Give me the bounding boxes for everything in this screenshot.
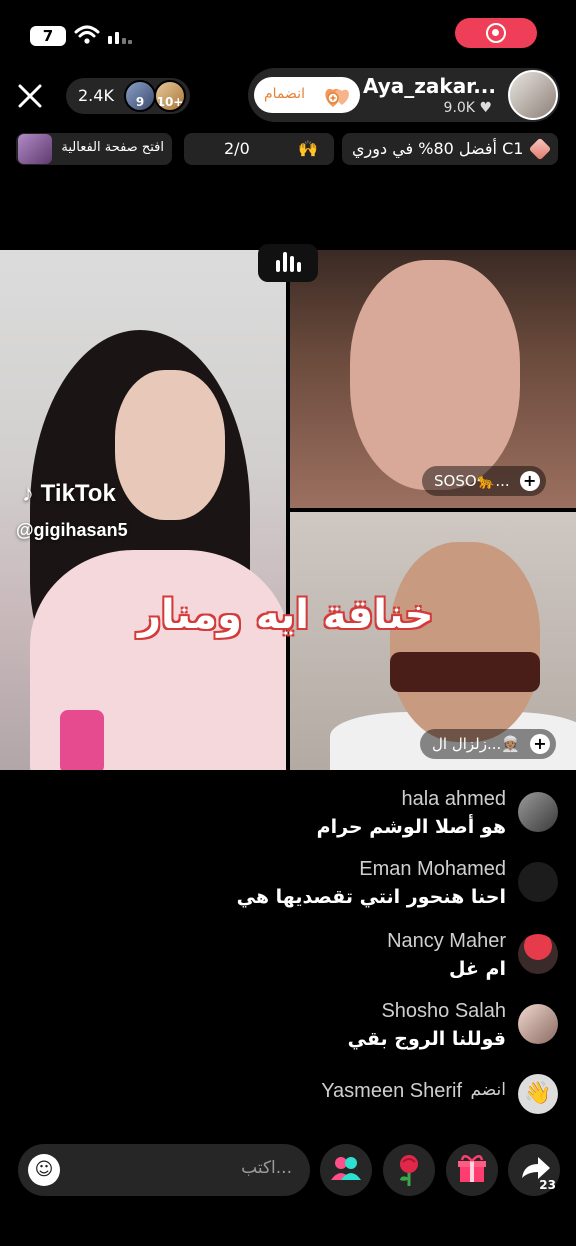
host-name: Aya_zakar... — [362, 74, 496, 98]
commenter-name: Yasmeen Sherif — [321, 1080, 462, 1102]
comment-item[interactable]: hala ahmed هو أصلا الوشم حرام — [18, 788, 558, 848]
top-viewer-avatar[interactable]: 10+ — [154, 80, 186, 112]
share-button[interactable]: 23 — [508, 1144, 560, 1196]
commenter-name: hala ahmed — [401, 788, 506, 810]
tiktok-note-icon: ♪ — [22, 480, 34, 507]
progress-value: 2/0 — [224, 139, 250, 158]
viewer-count-pill[interactable]: 2.4K 9 10+ — [66, 78, 190, 114]
audio-bar — [297, 262, 301, 272]
rose-gift-button[interactable] — [383, 1144, 435, 1196]
event-label: افتح صفحة الفعالية — [61, 140, 164, 155]
comment-item[interactable]: Shosho Salah قوللنا الروج بقي — [18, 1000, 558, 1060]
main-video-feed[interactable] — [0, 250, 286, 770]
person-face — [115, 370, 225, 520]
commenter-avatar[interactable] — [518, 792, 558, 832]
gift-icon — [458, 1155, 486, 1182]
joined-text: انضم — [470, 1080, 506, 1100]
tiktok-brand: TikTok — [40, 480, 116, 507]
audio-bar — [290, 256, 294, 272]
top-viewer-avatar[interactable]: 9 — [124, 80, 156, 112]
commenter-name: Eman Mohamed — [359, 858, 506, 880]
hands-icon: 🙌 — [298, 139, 318, 158]
comment-text: قوللنا الروج بقي — [347, 1028, 506, 1050]
soda-can — [60, 710, 104, 770]
match-progress[interactable]: 2/0 🙌 — [184, 133, 334, 165]
audio-bar — [276, 260, 280, 272]
comment-item[interactable]: Nancy Maher ام غل — [18, 930, 558, 990]
multi-guest-icon — [331, 1157, 361, 1180]
commenter-name: Nancy Maher — [387, 930, 506, 952]
add-guest-icon[interactable]: + — [519, 471, 540, 491]
gem-icon — [528, 137, 552, 161]
league-rank-pill[interactable]: أفضل 80% في دوري C1 — [342, 133, 558, 165]
close-icon[interactable] — [14, 80, 46, 112]
signal-icon — [108, 32, 132, 44]
guest-face — [390, 542, 540, 742]
status-bar: 7 — [0, 18, 576, 54]
comment-item[interactable]: Eman Mohamed احنا هنحور انتي تقصديها هي — [18, 858, 558, 918]
join-label: انضمام — [264, 86, 305, 102]
audio-wave-button[interactable] — [258, 244, 318, 282]
tiktok-watermark: ♪ TikTok — [22, 480, 116, 508]
record-icon — [486, 23, 506, 43]
multi-guest-button[interactable] — [320, 1144, 372, 1196]
battery-icon: 7 — [30, 26, 66, 46]
host-likes-count: 9.0K — [443, 100, 475, 116]
join-button[interactable]: انضمام — [254, 77, 360, 113]
event-page-button[interactable]: افتح صفحة الفعالية — [16, 133, 172, 165]
commenter-name: Shosho Salah — [381, 1000, 506, 1022]
hearts-icon — [325, 88, 349, 107]
league-label: أفضل 80% في دوري C1 — [352, 139, 524, 158]
screen-record-indicator[interactable] — [455, 18, 537, 48]
comment-text: هو أصلا الوشم حرام — [316, 816, 506, 838]
wave-icon[interactable]: 👋 — [518, 1074, 558, 1114]
add-guest-icon[interactable]: + — [529, 734, 550, 754]
top-viewer-rank: 9 — [135, 95, 145, 109]
join-notification[interactable]: 👋 انضم Yasmeen Sherif — [18, 1070, 558, 1130]
guest-name: زلزال ال...👳🏽 — [432, 735, 520, 753]
smile-icon[interactable]: ☺ — [28, 1154, 60, 1186]
tiktok-handle: @gigihasan5 — [16, 520, 128, 540]
heart-icon: ♥ — [479, 100, 492, 116]
audio-bar — [283, 252, 287, 272]
overlay-title: خناقة ايه ومنار — [138, 592, 434, 638]
guest-name-tag[interactable]: زلزال ال...👳🏽 + — [420, 729, 556, 759]
comment-placeholder: اكتب... — [241, 1158, 292, 1178]
comment-text: ام غل — [449, 958, 506, 980]
commenter-avatar[interactable] — [518, 1004, 558, 1044]
viewer-count: 2.4K — [78, 86, 114, 105]
wifi-icon — [74, 25, 100, 44]
guest-name: SOSO🐆... — [434, 472, 510, 490]
commenter-avatar[interactable] — [518, 934, 558, 974]
guest-face — [350, 260, 520, 490]
comment-text: احنا هنحور انتي تقصديها هي — [236, 886, 506, 908]
gift-button[interactable] — [446, 1144, 498, 1196]
guest-glasses — [390, 652, 540, 692]
event-thumbnail — [18, 134, 52, 164]
share-count: 23 — [539, 1178, 556, 1192]
guest-name-tag[interactable]: SOSO🐆... + — [422, 466, 546, 496]
rose-icon — [400, 1155, 418, 1186]
comment-input[interactable]: ☺ اكتب... — [18, 1144, 310, 1196]
host-likes: 9.0K ♥ — [444, 100, 492, 116]
host-avatar[interactable] — [508, 70, 558, 120]
host-info-pill[interactable]: انضمام Aya_zakar... 9.0K ♥ — [248, 68, 560, 122]
commenter-avatar[interactable] — [518, 862, 558, 902]
top-viewer-rank: 10+ — [156, 95, 184, 109]
